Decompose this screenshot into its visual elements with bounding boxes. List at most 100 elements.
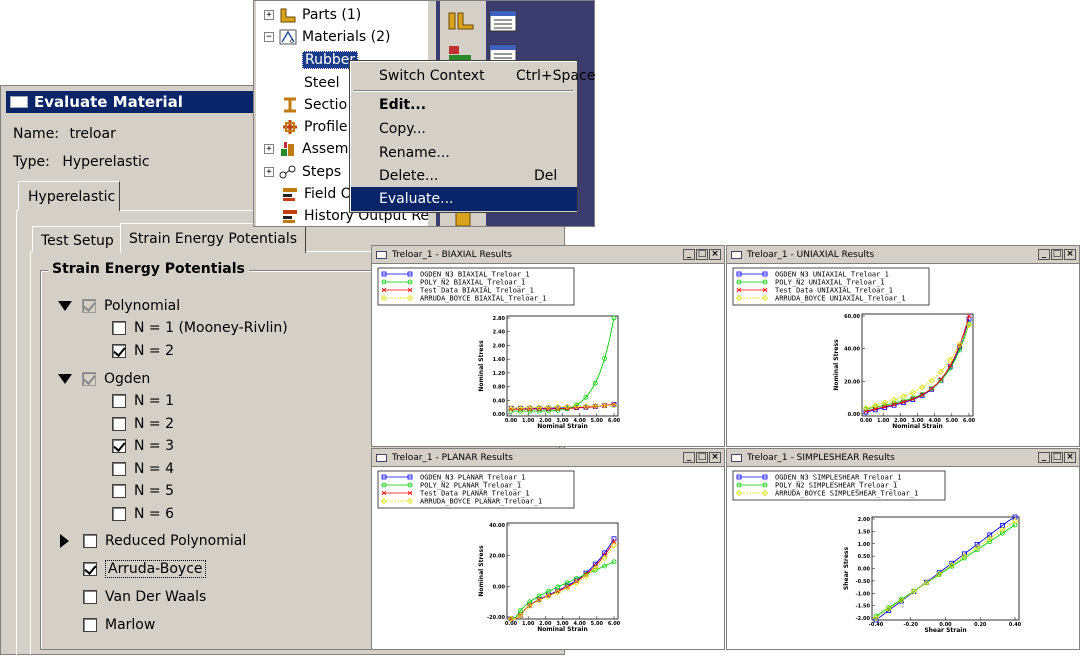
close-icon[interactable]: × <box>1064 249 1076 260</box>
marlow-checkbox[interactable] <box>83 618 97 632</box>
menu-label: Evaluate... <box>379 191 454 207</box>
arruda-boyce-checkbox[interactable] <box>83 562 97 576</box>
menu-label: Delete... <box>379 168 439 184</box>
window-icon <box>376 250 387 259</box>
maximize-icon[interactable]: □ <box>696 452 708 463</box>
tab-hyperelastic[interactable]: Hyperelastic <box>18 181 120 211</box>
ogden-n3-label: N = 3 <box>134 438 175 454</box>
x-tick-label: 6.00 <box>963 418 976 424</box>
y-axis-label: Shear Stress <box>843 547 850 591</box>
history-output-icon <box>283 210 297 223</box>
tree-item-profiles[interactable]: Profile <box>281 117 348 137</box>
ogden-n5-checkbox[interactable] <box>112 484 126 498</box>
plot-window-title-bar[interactable]: Treloar_1 - SIMPLESHEAR Results _ □ × <box>727 449 1079 467</box>
expand-arrow-icon[interactable] <box>60 534 69 548</box>
window-icon <box>376 453 387 462</box>
plot-window-title-bar[interactable]: Treloar_1 - BIAXIAL Results _ □ × <box>372 246 724 264</box>
menu-item-copy[interactable]: Copy... <box>351 117 577 141</box>
expand-icon[interactable]: + <box>264 144 274 154</box>
ogden-n6-checkbox[interactable] <box>112 507 126 521</box>
ogden-n2-checkbox[interactable] <box>112 417 126 431</box>
tree-item-parts[interactable]: + Parts (1) <box>264 5 361 25</box>
minimize-icon[interactable]: _ <box>683 452 695 463</box>
van-der-waals-row[interactable]: Van Der Waals <box>83 588 206 606</box>
ogden-n3-checkbox[interactable] <box>112 439 126 453</box>
tree-label: Materials (2) <box>302 29 391 45</box>
tree-item-steel[interactable]: Steel <box>304 73 340 93</box>
collapse-arrow-icon[interactable] <box>58 374 72 384</box>
maximize-icon[interactable]: □ <box>1051 249 1063 260</box>
minimize-icon[interactable]: _ <box>1038 249 1050 260</box>
close-icon[interactable]: × <box>709 452 721 463</box>
y-tick-label: -1.50 <box>856 604 871 610</box>
poly-n2-checkbox[interactable] <box>112 344 126 358</box>
window-icon <box>10 96 28 108</box>
ogden-n5-row[interactable]: N = 5 <box>112 482 174 500</box>
poly-n1-checkbox[interactable] <box>112 321 126 335</box>
menu-item-switch-context[interactable]: Switch Context Ctrl+Space <box>351 64 595 88</box>
ogden-n1-row[interactable]: N = 1 <box>112 392 174 410</box>
ogden-n4-checkbox[interactable] <box>112 462 126 476</box>
y-tick-label: 20.00 <box>489 554 505 560</box>
minimize-icon[interactable]: _ <box>1038 452 1050 463</box>
ogden-n3-row[interactable]: N = 3 <box>112 437 174 455</box>
polynomial-checkbox[interactable] <box>82 299 96 313</box>
legend-entry: Test Data UNIAXIAL_Treloar_1 <box>775 287 893 295</box>
part-tool-icon[interactable] <box>446 9 480 33</box>
menu-item-edit[interactable]: Edit... <box>351 93 577 117</box>
y-tick-label: -20.00 <box>487 615 505 621</box>
ogden-n2-row[interactable]: N = 2 <box>112 415 174 433</box>
y-tick-label: 2.00 <box>858 517 871 523</box>
close-icon[interactable]: × <box>709 249 721 260</box>
ogden-n1-checkbox[interactable] <box>112 394 126 408</box>
ogden-checkbox[interactable] <box>82 372 96 386</box>
poly-n1-row[interactable]: N = 1 (Mooney-Rivlin) <box>112 319 288 337</box>
plot-window-title-bar[interactable]: Treloar_1 - PLANAR Results _ □ × <box>372 449 724 467</box>
ogden-n4-row[interactable]: N = 4 <box>112 460 174 478</box>
plot-window-title-bar[interactable]: Treloar_1 - UNIAXIAL Results _ □ × <box>727 246 1079 264</box>
tab-test-setup[interactable]: Test Setup <box>32 226 122 252</box>
tree-item-assembly[interactable]: + Assem <box>264 139 348 159</box>
polynomial-row[interactable]: Polynomial <box>58 297 180 315</box>
tree-item-sections[interactable]: Sectio <box>281 95 347 115</box>
y-tick-label: 1.50 <box>858 529 871 535</box>
tree-label: Field O <box>304 186 352 202</box>
collapse-arrow-icon[interactable] <box>58 301 72 311</box>
arruda-boyce-row[interactable]: Arruda-Boyce <box>83 560 206 578</box>
legend-entry: Test Data BIAXIAL_Treloar_1 <box>420 287 534 295</box>
legend-entry: ARRUDA_BOYCE UNIAXIAL_Treloar_1 <box>775 295 906 303</box>
expand-icon[interactable]: + <box>264 167 274 177</box>
expand-icon[interactable]: + <box>264 10 274 20</box>
reduced-polynomial-checkbox[interactable] <box>83 534 97 548</box>
tab-strain-energy-potentials[interactable]: Strain Energy Potentials <box>120 223 307 253</box>
ogden-n6-row[interactable]: N = 6 <box>112 505 174 523</box>
van-der-waals-checkbox[interactable] <box>83 590 97 604</box>
plot-window-title: Treloar_1 - UNIAXIAL Results <box>747 249 875 260</box>
menu-shortcut: Ctrl+Space <box>516 68 596 84</box>
tree-item-field-output[interactable]: Field O <box>281 184 352 204</box>
y-axis-label: Nominal Stress <box>478 340 485 392</box>
poly-n1-label: N = 1 (Mooney-Rivlin) <box>134 320 288 336</box>
menu-item-rename[interactable]: Rename... <box>351 141 577 165</box>
menu-label: Switch Context <box>379 68 485 84</box>
simpleshear-results-window: Treloar_1 - SIMPLESHEAR Results _ □ × OGDEN_… <box>726 448 1080 650</box>
ogden-row[interactable]: Ogden <box>58 370 150 388</box>
y-tick-label: 2.40 <box>493 330 506 336</box>
tree-item-steps[interactable]: + Steps <box>264 162 341 182</box>
x-tick-label: 0.20 <box>974 622 987 628</box>
maximize-icon[interactable]: □ <box>696 249 708 260</box>
reduced-polynomial-row[interactable]: Reduced Polynomial <box>60 532 246 550</box>
type-label: Type: <box>13 154 50 170</box>
marlow-row[interactable]: Marlow <box>83 616 155 634</box>
part-manager-icon[interactable] <box>488 9 518 33</box>
maximize-icon[interactable]: □ <box>1051 452 1063 463</box>
close-icon[interactable]: × <box>1064 452 1076 463</box>
menu-item-evaluate[interactable]: Evaluate... <box>351 187 577 211</box>
menu-separator <box>354 90 573 92</box>
collapse-icon[interactable]: − <box>264 32 274 42</box>
y-axis-label: Nominal Stress <box>833 339 840 391</box>
poly-n2-row[interactable]: N = 2 <box>112 342 174 360</box>
menu-item-delete[interactable]: Delete... Del <box>351 164 577 188</box>
tree-item-materials[interactable]: − c Materials (2) <box>264 27 390 47</box>
minimize-icon[interactable]: _ <box>683 249 695 260</box>
